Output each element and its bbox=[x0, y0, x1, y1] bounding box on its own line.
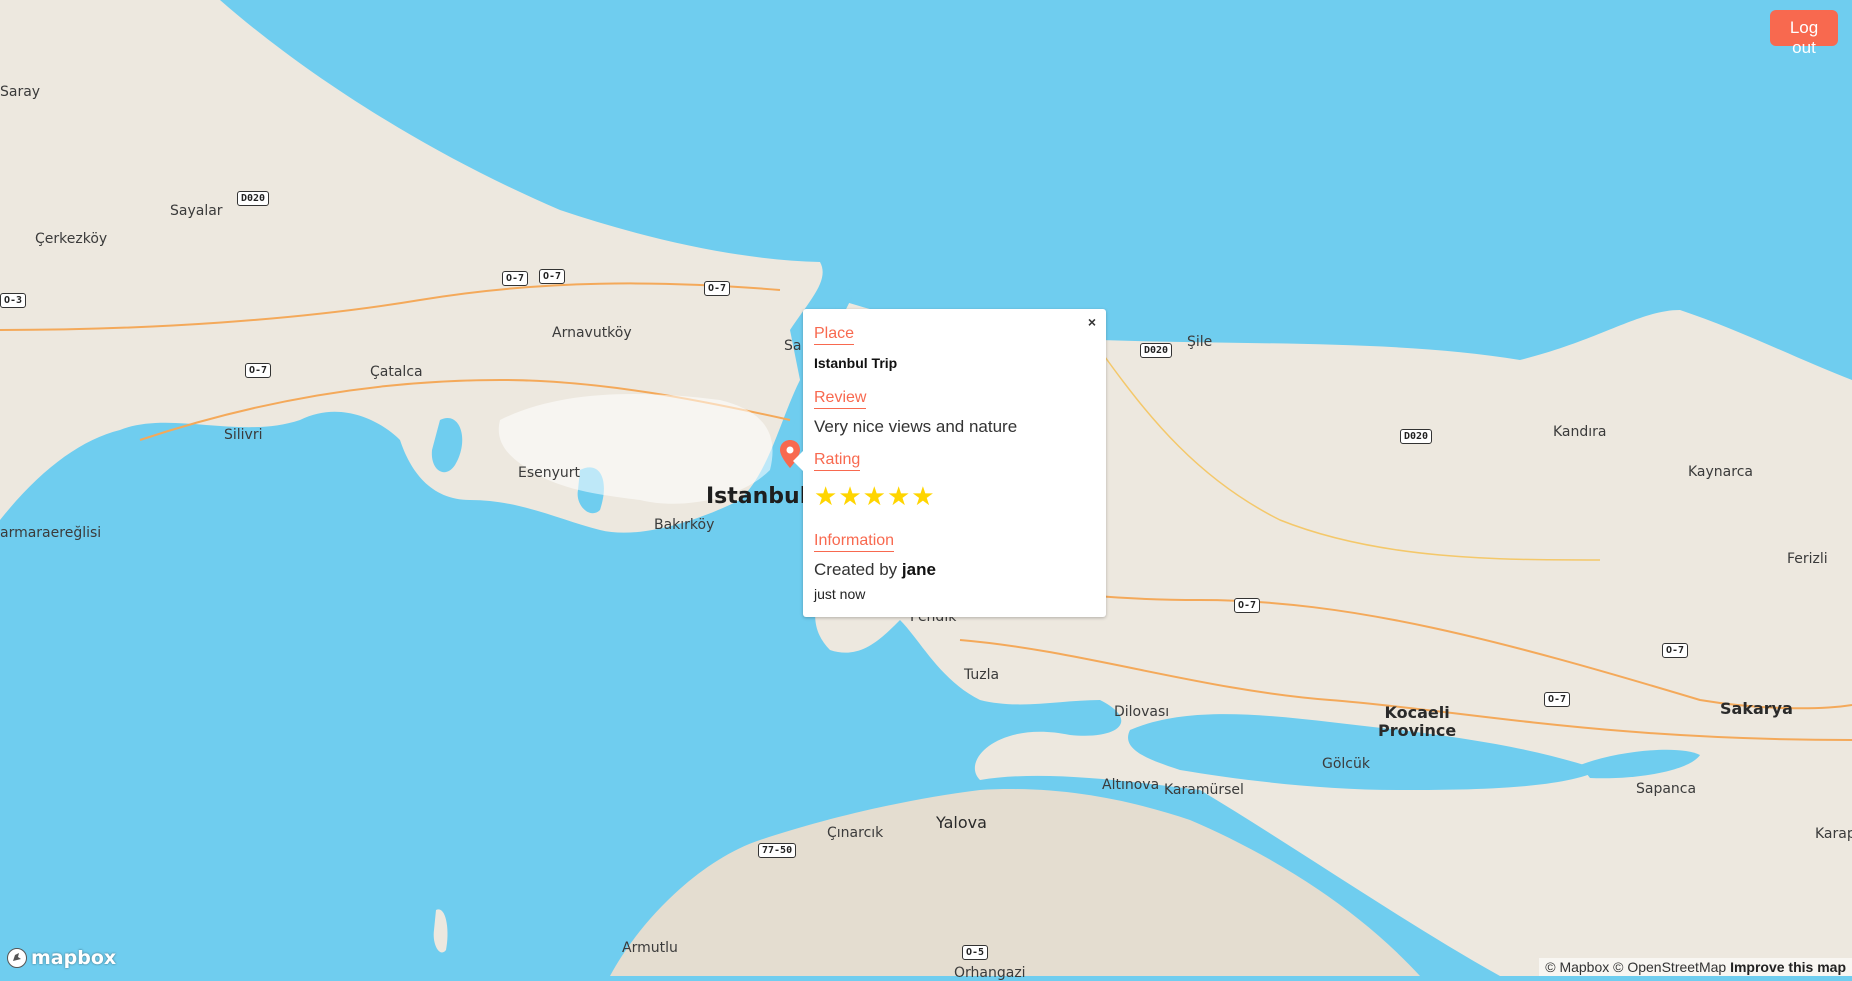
place-label-catalca: Çatalca bbox=[370, 364, 423, 380]
place-label-arnavutkoy: Arnavutköy bbox=[552, 325, 632, 341]
attribution-osm-link[interactable]: © OpenStreetMap bbox=[1613, 959, 1726, 975]
created-time: just now bbox=[814, 586, 866, 602]
mapbox-logo-icon bbox=[7, 948, 27, 968]
place-popup: × Place Istanbul Trip Review Very nice v… bbox=[793, 309, 1106, 617]
place-label: Place bbox=[814, 325, 855, 345]
information-label: Information bbox=[814, 532, 895, 552]
mapbox-logo[interactable]: mapbox bbox=[6, 947, 116, 969]
star-icon: ★ bbox=[838, 481, 863, 511]
created-by-user: jane bbox=[901, 560, 936, 579]
place-label-sapanca: Sapanca bbox=[1636, 781, 1697, 797]
road-shield: D020 bbox=[1400, 429, 1433, 444]
road-shield: O-7 bbox=[704, 281, 731, 296]
place-label-bakirkoy: Bakırköy bbox=[654, 517, 715, 533]
road-shield: O-7 bbox=[245, 363, 272, 378]
place-label-sile: Şile bbox=[1187, 334, 1213, 350]
road-shield: D020 bbox=[237, 191, 270, 206]
place-label-esenyurt: Esenyurt bbox=[518, 465, 581, 481]
map-attribution: © Mapbox © OpenStreetMap Improve this ma… bbox=[1539, 958, 1852, 976]
place-label-altinova: Altınova bbox=[1102, 777, 1160, 793]
review-label: Review bbox=[814, 389, 867, 409]
place-label-armutlu: Armutlu bbox=[622, 940, 678, 956]
place-label-saray: Saray bbox=[0, 84, 41, 100]
place-label-sakarya: Sakarya bbox=[1720, 699, 1793, 718]
star-icon: ★ bbox=[862, 481, 887, 511]
place-label-kandira: Kandıra bbox=[1553, 424, 1607, 440]
road-shield: O-5 bbox=[962, 945, 989, 960]
place-label-tuzla: Tuzla bbox=[964, 667, 1000, 683]
place-label-kocaeli-name: Kocaeli bbox=[1384, 703, 1450, 722]
attribution-mapbox-link[interactable]: © Mapbox bbox=[1545, 959, 1609, 975]
road-shield: O-7 bbox=[1662, 643, 1689, 658]
place-label-ferizli: Ferizli bbox=[1787, 551, 1828, 567]
road-shield: 77-50 bbox=[758, 843, 797, 858]
place-label-cerkezkoy: Çerkezköy bbox=[35, 231, 108, 247]
close-icon[interactable]: × bbox=[1084, 312, 1100, 332]
place-label-kocaeli: Kocaeli Province bbox=[1378, 704, 1456, 740]
star-icon: ★ bbox=[911, 481, 936, 511]
rating-label: Rating bbox=[814, 451, 861, 471]
review-text: Very nice views and nature bbox=[814, 417, 1018, 436]
road-shield: O-7 bbox=[502, 271, 529, 286]
star-icon: ★ bbox=[886, 481, 912, 511]
place-label-orhangazi: Orhangazi bbox=[954, 965, 1026, 981]
place-label-cinarcik: Çınarcık bbox=[827, 825, 884, 841]
place-label-sariyer: Sa bbox=[784, 338, 802, 354]
place-label-karap: Karap bbox=[1815, 826, 1852, 842]
place-label-karamursel: Karamürsel bbox=[1164, 782, 1244, 798]
star-icon: ★ bbox=[814, 481, 839, 511]
place-title: Istanbul Trip bbox=[814, 355, 898, 371]
created-by: Created by jane bbox=[814, 560, 1095, 580]
place-label-kaynarca: Kaynarca bbox=[1688, 464, 1753, 480]
rating-stars: ★★★★★ bbox=[814, 481, 1095, 512]
island bbox=[851, 628, 859, 636]
improve-map-link[interactable]: Improve this map bbox=[1730, 959, 1846, 975]
island bbox=[859, 639, 865, 645]
road-shield: O-7 bbox=[539, 269, 566, 284]
logout-button[interactable]: Log out bbox=[1770, 10, 1838, 57]
mapbox-logo-text: mapbox bbox=[31, 947, 117, 969]
place-label-marmaraereglisi: armaraereğlisi bbox=[0, 525, 102, 541]
place-label-kocaeli-province: Province bbox=[1378, 721, 1457, 740]
road-shield: O-7 bbox=[1544, 692, 1571, 707]
created-by-prefix: Created by bbox=[814, 560, 902, 579]
place-label-sayalar: Sayalar bbox=[170, 203, 223, 219]
road-shield: O-3 bbox=[0, 293, 27, 308]
place-label-silivri: Silivri bbox=[224, 427, 263, 443]
road-shield: O-7 bbox=[1234, 598, 1261, 613]
place-label-istanbul: Istanbul bbox=[706, 484, 808, 509]
road-shield: D020 bbox=[1140, 343, 1173, 358]
place-label-golcuk: Gölcük bbox=[1322, 756, 1370, 772]
place-label-yalova: Yalova bbox=[936, 813, 987, 832]
place-label-dilovasi: Dilovası bbox=[1114, 704, 1170, 720]
